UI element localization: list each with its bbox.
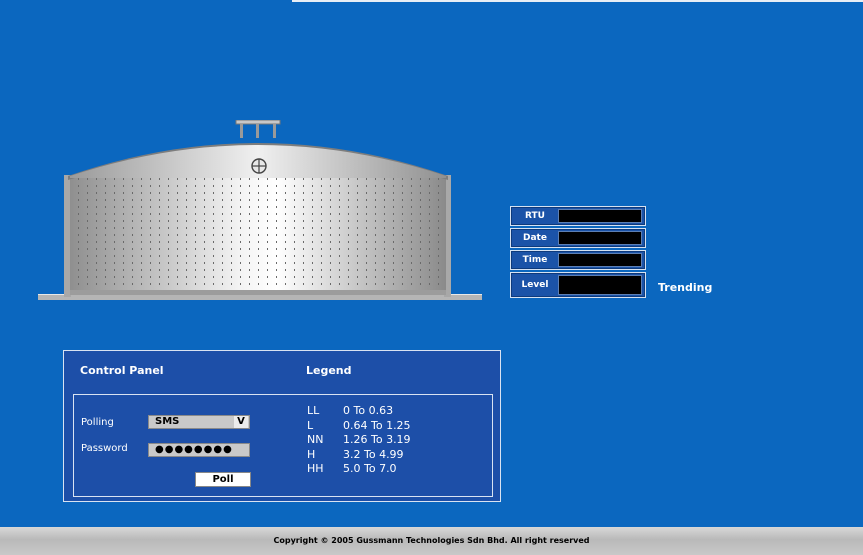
legend-code: H bbox=[307, 447, 316, 461]
time-row: Time bbox=[510, 250, 646, 270]
legend-range: 1.26 To 3.19 bbox=[343, 433, 411, 446]
password-input[interactable]: ●●●●●●●● bbox=[148, 443, 250, 457]
control-panel-title: Control Panel bbox=[80, 364, 164, 377]
level-row: Level bbox=[510, 272, 646, 298]
storage-tank-image bbox=[38, 120, 482, 300]
legend-range: 5.0 To 7.0 bbox=[343, 462, 397, 475]
legend-range: 0 To 0.63 bbox=[343, 404, 394, 417]
time-label: Time bbox=[522, 255, 548, 265]
rtu-label: RTU bbox=[525, 211, 545, 221]
chevron-down-icon[interactable]: V bbox=[234, 416, 248, 428]
password-label: Password bbox=[81, 443, 128, 454]
control-panel-inner: Polling SMS V Password ●●●●●●●● Poll LL … bbox=[73, 394, 493, 497]
footer-copyright: Copyright © 2005 Gussmann Technologies S… bbox=[0, 527, 863, 555]
rtu-value bbox=[558, 209, 642, 223]
control-panel: Control Panel Legend Polling SMS V Passw… bbox=[63, 350, 501, 502]
legend-code: NN bbox=[307, 433, 324, 446]
tank-readout-panel: RTU Date Time Level bbox=[510, 206, 646, 300]
top-strip bbox=[292, 0, 863, 2]
time-value bbox=[558, 253, 642, 267]
legend-title: Legend bbox=[306, 364, 352, 377]
level-label: Level bbox=[521, 280, 549, 290]
trending-link[interactable]: Trending bbox=[658, 281, 712, 294]
level-value bbox=[558, 275, 642, 295]
polling-select-value: SMS bbox=[155, 416, 180, 427]
date-label: Date bbox=[523, 233, 547, 243]
date-value bbox=[558, 231, 642, 245]
poll-button[interactable]: Poll bbox=[195, 472, 251, 487]
polling-label: Polling bbox=[81, 417, 114, 428]
legend-range: 3.2 To 4.99 bbox=[343, 447, 404, 461]
rtu-row: RTU bbox=[510, 206, 646, 226]
legend-code: LL bbox=[307, 404, 320, 417]
legend-code: HH bbox=[307, 462, 324, 475]
legend-range: 0.64 To 1.25 bbox=[343, 418, 411, 432]
legend-code: L bbox=[307, 418, 314, 432]
polling-select[interactable]: SMS V bbox=[148, 415, 250, 429]
date-row: Date bbox=[510, 228, 646, 248]
